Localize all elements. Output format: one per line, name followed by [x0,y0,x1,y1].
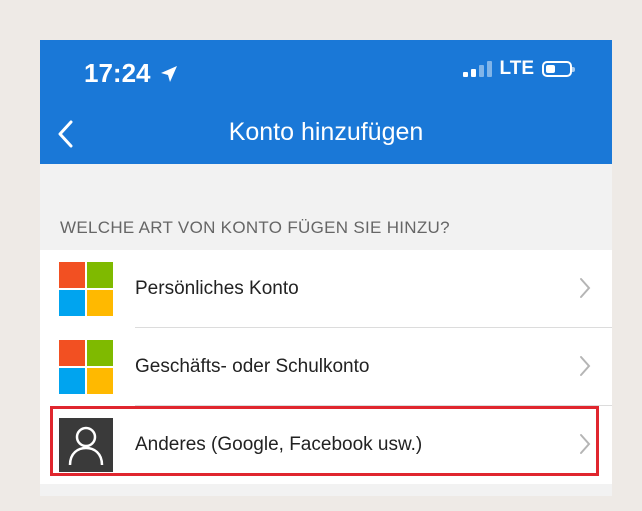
chevron-right-icon [580,278,591,298]
account-option-other[interactable]: Anderes (Google, Facebook usw.) [40,406,612,484]
chevron-right-icon [580,434,591,454]
page-title: Konto hinzufügen [228,118,424,146]
account-option-label: Geschäfts- oder Schulkonto [135,356,370,377]
status-time-text: 17:24 [84,58,151,88]
chevron-right-icon [580,356,591,376]
person-glyph-icon [68,426,104,466]
microsoft-logo-icon [59,340,113,394]
account-option-label: Persönliches Konto [135,278,299,299]
microsoft-logo-icon [59,262,113,316]
status-indicators: LTE [462,58,575,80]
person-icon [59,418,113,472]
location-arrow-icon [160,65,177,82]
phone-screen: 17:24 LTE Konto hinzufügen WELCHE ART VO… [40,40,612,496]
battery-icon [542,61,575,77]
network-type: LTE [499,58,534,79]
account-option-personal[interactable]: Persönliches Konto [40,250,612,328]
account-type-list: Persönliches Konto Geschäfts- oder Schul… [40,250,612,484]
status-time: 17:24 [84,58,179,89]
signal-icon [462,61,492,77]
app-header: 17:24 LTE Konto hinzufügen [40,40,612,164]
section-header: WELCHE ART VON KONTO FÜGEN SIE HINZU? [60,218,450,237]
account-option-work-school[interactable]: Geschäfts- oder Schulkonto [40,328,612,406]
account-option-label: Anderes (Google, Facebook usw.) [135,434,423,455]
